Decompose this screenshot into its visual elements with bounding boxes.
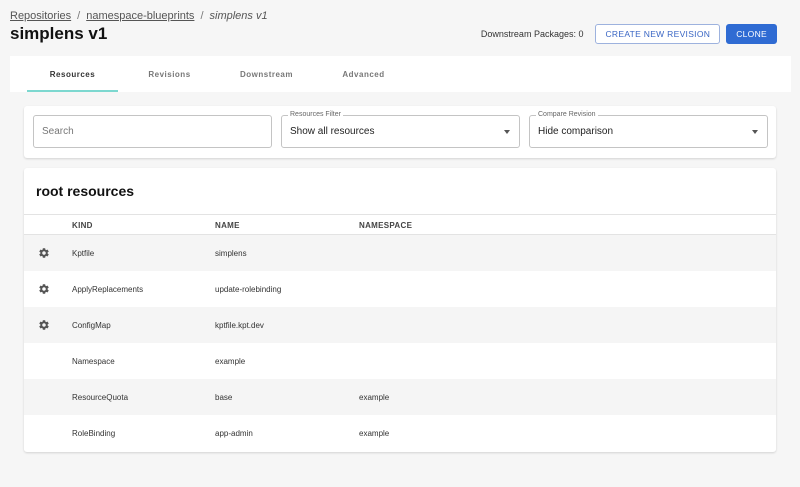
chevron-down-icon <box>504 130 510 134</box>
gear-icon[interactable] <box>38 283 50 295</box>
page-title: simplens v1 <box>10 24 108 43</box>
tab-advanced[interactable]: Advanced <box>318 56 409 92</box>
cell-name: base <box>215 393 233 402</box>
table-row[interactable]: ApplyReplacements update-rolebinding <box>24 271 776 307</box>
table-row[interactable]: Namespace example <box>24 343 776 379</box>
compare-revision-select[interactable]: Compare Revision Hide comparison <box>529 111 768 148</box>
resources-filter-select[interactable]: Resources Filter Show all resources <box>281 111 520 148</box>
table-title: root resources <box>36 183 135 199</box>
breadcrumb-link-repositories[interactable]: Repositories <box>10 10 71 22</box>
column-header-kind: KIND <box>72 221 93 230</box>
tab-downstream[interactable]: Downstream <box>221 56 312 92</box>
tab-resources[interactable]: Resources <box>27 56 118 92</box>
cell-name: kptfile.kpt.dev <box>215 321 264 330</box>
table-body: Kptfile simplens ApplyReplacements updat… <box>24 235 776 451</box>
compare-revision-label: Compare Revision <box>536 111 598 118</box>
downstream-packages-count: Downstream Packages: 0 <box>480 29 584 39</box>
table-header: KIND NAME NAMESPACE <box>24 214 776 235</box>
table-row[interactable]: ResourceQuota base example <box>24 379 776 415</box>
gear-icon[interactable] <box>38 319 50 331</box>
resources-filter-label: Resources Filter <box>288 111 343 118</box>
breadcrumb-link-repository[interactable]: namespace-blueprints <box>86 10 194 22</box>
chevron-down-icon <box>752 130 758 134</box>
tab-revisions[interactable]: Revisions <box>124 56 215 92</box>
cell-kind: ResourceQuota <box>72 393 129 402</box>
cell-name: update-rolebinding <box>215 285 282 294</box>
cell-namespace: example <box>359 393 390 402</box>
header-actions: Downstream Packages: 0 CREATE NEW REVISI… <box>481 24 777 44</box>
cell-kind: ConfigMap <box>72 321 111 330</box>
column-header-namespace: NAMESPACE <box>359 221 413 230</box>
cell-kind: Kptfile <box>72 249 95 258</box>
cell-kind: Namespace <box>72 357 115 366</box>
table-row[interactable]: Kptfile simplens <box>24 235 776 271</box>
compare-revision-value: Hide comparison <box>538 126 614 137</box>
create-new-revision-button[interactable]: CREATE NEW REVISION <box>595 24 721 44</box>
clone-button[interactable]: CLONE <box>726 24 777 44</box>
gear-icon[interactable] <box>38 247 50 259</box>
breadcrumb-separator: / <box>77 10 81 22</box>
table-row[interactable]: RoleBinding app-admin example <box>24 415 776 451</box>
breadcrumb: Repositories / namespace-blueprints / si… <box>10 10 268 22</box>
breadcrumb-separator: / <box>200 10 204 22</box>
resources-filter-value: Show all resources <box>290 126 375 137</box>
filter-card: Resources Filter Show all resources Comp… <box>24 106 776 158</box>
cell-kind: RoleBinding <box>72 429 116 438</box>
breadcrumb-current: simplens v1 <box>209 10 268 22</box>
cell-kind: ApplyReplacements <box>72 285 144 294</box>
cell-name: app-admin <box>215 429 253 438</box>
table-row[interactable]: ConfigMap kptfile.kpt.dev <box>24 307 776 343</box>
cell-namespace: example <box>359 429 390 438</box>
cell-name: simplens <box>215 249 247 258</box>
column-header-name: NAME <box>215 221 240 230</box>
cell-name: example <box>215 357 246 366</box>
resources-table-card: root resources KIND NAME NAMESPACE Kptfi… <box>24 168 776 452</box>
search-field <box>33 115 272 148</box>
tab-bar: Resources Revisions Downstream Advanced <box>10 56 791 92</box>
search-input[interactable] <box>34 116 271 147</box>
